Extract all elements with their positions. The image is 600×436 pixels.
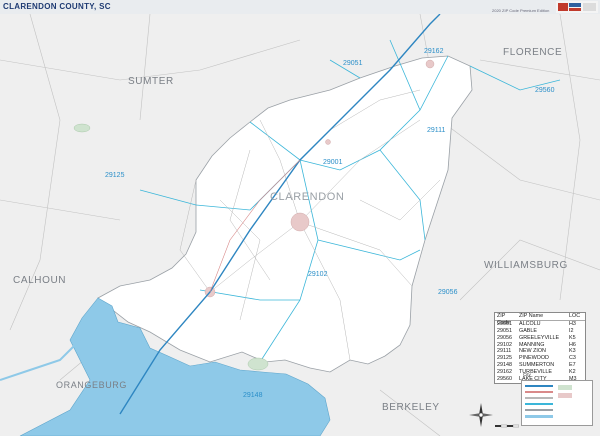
key-park-line (558, 385, 572, 390)
label-sumter: SUMTER (128, 76, 174, 87)
legend-name: PINEWOOD (519, 355, 549, 362)
legend-zip: 29102 (497, 341, 512, 348)
label-calhoun: CALHOUN (13, 275, 66, 286)
legend-zip: 29001 (497, 320, 512, 327)
legend-zip: 29148 (497, 362, 512, 369)
legend-zip: 29162 (497, 369, 512, 376)
publisher-logo (556, 1, 598, 13)
label-berkeley: BERKELEY (382, 402, 440, 413)
legend-zip: 29560 (497, 376, 512, 383)
legend-row[interactable]: 29148 SUMMERTON E7 (495, 362, 585, 369)
turbeville-town (425, 59, 435, 69)
legend-row[interactable]: 29051 GABLE I2 (495, 328, 585, 335)
label-orangeburg: ORANGEBURG (56, 380, 127, 390)
zip-label-29102[interactable]: 29102 (308, 271, 328, 278)
legend-row[interactable]: 29125 PINEWOOD C3 (495, 355, 585, 362)
zip-label-29111[interactable]: 29111 (427, 127, 446, 134)
legend-header-loc: LOC (569, 313, 581, 319)
legend-loc: C3 (569, 355, 576, 362)
park-sumter (73, 123, 91, 133)
legend-loc: H3 (569, 320, 576, 327)
key-town-line (558, 393, 572, 398)
zip-legend: ZIP Code ZIP Name LOC 29001 ALCOLU H3 29… (494, 312, 586, 384)
legend-header-name: ZIP Name (519, 313, 544, 319)
manning-town (290, 212, 310, 232)
zip-label-29056[interactable]: 29056 (438, 289, 458, 296)
legend-name: GABLE (519, 327, 537, 334)
legend-name: MANNING (519, 341, 545, 348)
legend-loc: K5 (569, 334, 576, 341)
legend-loc: H6 (569, 341, 576, 348)
legend-header-zip: ZIP Code (497, 313, 510, 326)
legend-name: SUMMERTON (519, 362, 555, 369)
legend-zip: 29056 (497, 334, 512, 341)
label-florence: FLORENCE (503, 47, 562, 58)
legend-loc: K3 (569, 348, 576, 355)
legend-loc: E7 (569, 362, 576, 369)
key-interstate-line (525, 385, 553, 387)
park-summerton (247, 357, 269, 371)
map-title: CLARENDON COUNTY, SC (3, 2, 111, 11)
legend-row[interactable]: 29001 ALCOLU H3 (495, 321, 585, 328)
key-zip-line (525, 403, 553, 405)
legend-row[interactable]: 29102 MANNING H6 (495, 342, 585, 349)
key-county-line (525, 409, 553, 411)
key-road-line (525, 397, 553, 399)
zip-label-29148[interactable]: 29148 (243, 392, 263, 399)
legend-name: NEW ZION (519, 348, 546, 355)
label-clarendon: CLARENDON (270, 191, 344, 203)
alcolu-town (325, 139, 331, 145)
legend-zip: 29051 (497, 327, 512, 334)
zip-label-29162[interactable]: 29162 (424, 48, 444, 55)
legend-name: GREELEYVILLE (519, 334, 560, 341)
legend-row[interactable]: 29111 NEW ZION K3 (495, 348, 585, 355)
edition-label: 2020 ZIP Code Premium Edition (492, 8, 550, 13)
map-key: City (521, 372, 593, 426)
zip-label-29125[interactable]: 29125 (105, 172, 125, 179)
legend-header-row: ZIP Code ZIP Name LOC (495, 313, 585, 326)
legend-zip: 29125 (497, 355, 512, 362)
legend-row[interactable]: 29056 GREELEYVILLE K5 (495, 335, 585, 342)
zip-label-29001[interactable]: 29001 (323, 159, 343, 166)
legend-name: ALCOLU (519, 320, 541, 327)
key-highway-line (525, 391, 553, 393)
compass-rose-icon (469, 403, 493, 427)
map-frame: CLARENDON COUNTY, SC 2020 ZIP Code Premi… (0, 0, 600, 436)
legend-zip: 29111 (497, 348, 512, 355)
legend-row[interactable]: 29162 TURBEVILLE K2 (495, 369, 585, 376)
header-bar: CLARENDON COUNTY, SC 2020 ZIP Code Premi… (0, 0, 600, 14)
zip-label-29560[interactable]: 29560 (535, 87, 555, 94)
legend-loc: K2 (569, 369, 576, 376)
legend-loc: I2 (569, 327, 574, 334)
label-williamsburg: WILLIAMSBURG (484, 260, 568, 271)
key-water-line (525, 415, 553, 418)
zip-label-29051[interactable]: 29051 (343, 60, 363, 67)
map-key-city-label: City (523, 372, 531, 377)
scale-bar (495, 424, 519, 428)
